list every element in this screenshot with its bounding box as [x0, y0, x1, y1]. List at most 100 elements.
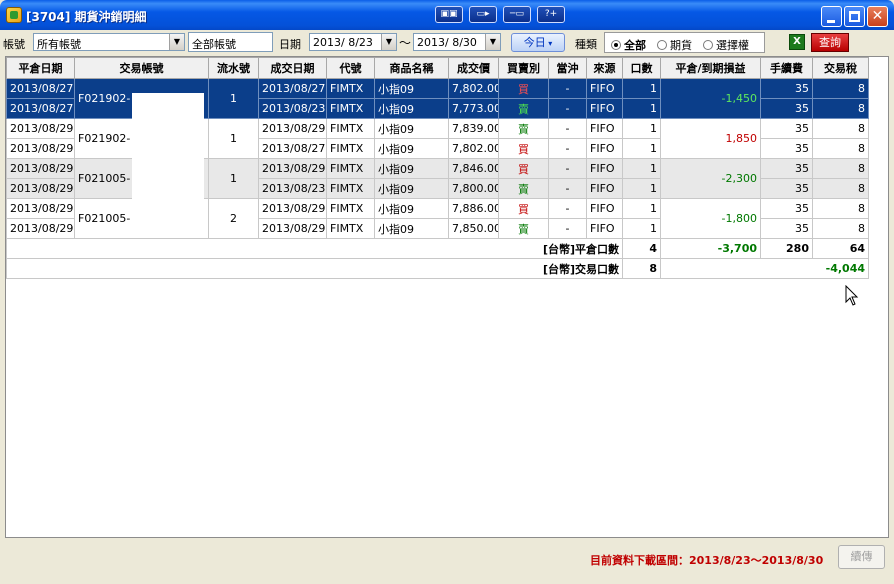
column-header[interactable]: 買賣別 [498, 57, 549, 79]
column-header[interactable]: 當沖 [548, 57, 587, 79]
today-button[interactable]: 今日 ▾ [511, 33, 565, 52]
radio-futures[interactable]: 期貨 [657, 37, 692, 53]
minimize-button[interactable] [821, 6, 842, 27]
summary-trade-total: -4,044 [660, 258, 869, 279]
pnl-cell: -2,300 [660, 158, 761, 199]
fee-cell: 35 [760, 98, 813, 119]
daytrade-cell: - [548, 98, 587, 119]
date-to-picker[interactable]: 2013/ 8/30 ▼ [413, 33, 501, 51]
close-date-cell: 2013/08/29 [6, 158, 75, 179]
price-cell: 7,839.00 [448, 118, 499, 139]
trade-date-cell: 2013/08/29 [258, 118, 327, 139]
account-select[interactable]: 所有帳號 ▼ [33, 33, 185, 51]
maximize-icon [849, 11, 860, 22]
continue-button[interactable]: 續傳 [838, 545, 885, 569]
close-date-cell: 2013/08/29 [6, 118, 75, 139]
pnl-cell: -1,800 [660, 198, 761, 239]
export-icon[interactable]: ▭▸ [469, 6, 497, 23]
code-cell: FIMTX [326, 78, 375, 99]
date-from-picker[interactable]: 2013/ 8/23 ▼ [309, 33, 397, 51]
chevron-down-icon[interactable]: ▼ [381, 34, 396, 50]
dropdown-arrow-icon: ▾ [545, 39, 553, 48]
product-name-cell: 小指09 [374, 138, 449, 159]
title-bar[interactable]: [3704] 期貨沖銷明細 ▣▣ ▭▸ ─▭ ?+ ✕ [0, 0, 894, 30]
side-cell: 買 [498, 78, 549, 99]
summary-trade-label: [台幣]交易口數 [6, 258, 623, 279]
source-cell: FIFO [586, 138, 623, 159]
side-cell: 買 [498, 198, 549, 219]
column-header[interactable]: 口數 [622, 57, 661, 79]
daytrade-cell: - [548, 138, 587, 159]
column-header[interactable]: 成交價 [448, 57, 499, 79]
query-button[interactable]: 查詢 [811, 33, 849, 52]
qty-cell: 1 [622, 198, 661, 219]
date-from-value: 2013/ 8/23 [313, 36, 373, 49]
side-cell: 賣 [498, 178, 549, 199]
layout-icon[interactable]: ▣▣ [435, 6, 463, 23]
type-radio-group: 全部 期貨 選擇權 [604, 32, 765, 53]
source-cell: FIFO [586, 218, 623, 239]
side-cell: 買 [498, 138, 549, 159]
close-date-cell: 2013/08/29 [6, 218, 75, 239]
tax-cell: 8 [812, 138, 869, 159]
qty-cell: 1 [622, 158, 661, 179]
product-name-cell: 小指09 [374, 158, 449, 179]
price-cell: 7,800.00 [448, 178, 499, 199]
maximize-button[interactable] [844, 6, 865, 27]
tax-cell: 8 [812, 158, 869, 179]
column-header[interactable]: 平倉/到期損益 [660, 57, 761, 79]
summary-close-qty: 4 [622, 238, 661, 259]
product-name-cell: 小指09 [374, 98, 449, 119]
tax-cell: 8 [812, 218, 869, 239]
qty-cell: 1 [622, 98, 661, 119]
qty-cell: 1 [622, 218, 661, 239]
column-header[interactable]: 交易帳號 [74, 57, 209, 79]
table-header: 平倉日期 交易帳號 流水號 成交日期 代號 商品名稱 成交價 買賣別 當沖 來源 口數 平倉/到期損益… [6, 57, 869, 79]
column-header[interactable]: 流水號 [208, 57, 259, 79]
date-separator: ～ [399, 36, 412, 50]
column-header[interactable]: 交易稅 [812, 57, 869, 79]
date-to-value: 2013/ 8/30 [417, 36, 477, 49]
daytrade-cell: - [548, 178, 587, 199]
radio-all[interactable]: 全部 [611, 37, 646, 53]
excel-export-icon[interactable]: X [789, 34, 805, 50]
tax-cell: 8 [812, 78, 869, 99]
chevron-down-icon[interactable]: ▼ [169, 34, 184, 50]
link-icon[interactable]: ─▭ [503, 6, 531, 23]
column-header[interactable]: 成交日期 [258, 57, 327, 79]
account-name-field[interactable]: 全部帳號 [188, 32, 273, 52]
column-header[interactable]: 來源 [586, 57, 623, 79]
side-cell: 賣 [498, 118, 549, 139]
chevron-down-icon[interactable]: ▼ [485, 34, 500, 50]
column-header[interactable]: 商品名稱 [374, 57, 449, 79]
trade-date-cell: 2013/08/29 [258, 218, 327, 239]
summary-close-pnl: -3,700 [660, 238, 761, 259]
close-date-cell: 2013/08/27 [6, 98, 75, 119]
tax-cell: 8 [812, 198, 869, 219]
source-cell: FIFO [586, 78, 623, 99]
column-header[interactable]: 代號 [326, 57, 375, 79]
fee-cell: 35 [760, 178, 813, 199]
price-cell: 7,886.00 [448, 198, 499, 219]
product-name-cell: 小指09 [374, 218, 449, 239]
trade-date-cell: 2013/08/29 [258, 158, 327, 179]
column-header[interactable]: 手續費 [760, 57, 813, 79]
filter-bar: 帳號 所有帳號 ▼ 全部帳號 日期 2013/ 8/23 ▼ ～ 2013/ 8… [0, 30, 894, 56]
summary-close-fee: 280 [760, 238, 813, 259]
fee-cell: 35 [760, 138, 813, 159]
close-button[interactable]: ✕ [867, 6, 888, 27]
help-icon[interactable]: ?+ [537, 6, 565, 23]
radio-options[interactable]: 選擇權 [703, 37, 749, 53]
serial-cell: 1 [208, 118, 259, 159]
status-bar: 目前資料下載區間：2013/8/23～2013/8/30 續傳 [0, 538, 894, 584]
side-cell: 買 [498, 158, 549, 179]
close-icon: ✕ [871, 8, 884, 24]
source-cell: FIFO [586, 118, 623, 139]
close-date-cell: 2013/08/29 [6, 138, 75, 159]
mouse-cursor-icon [845, 285, 859, 306]
trade-date-cell: 2013/08/23 [258, 178, 327, 199]
code-cell: FIMTX [326, 158, 375, 179]
daytrade-cell: - [548, 118, 587, 139]
settlement-grid[interactable]: 平倉日期 交易帳號 流水號 成交日期 代號 商品名稱 成交價 買賣別 當沖 來源 口數 平倉/到期損益… [5, 56, 889, 538]
column-header[interactable]: 平倉日期 [6, 57, 75, 79]
